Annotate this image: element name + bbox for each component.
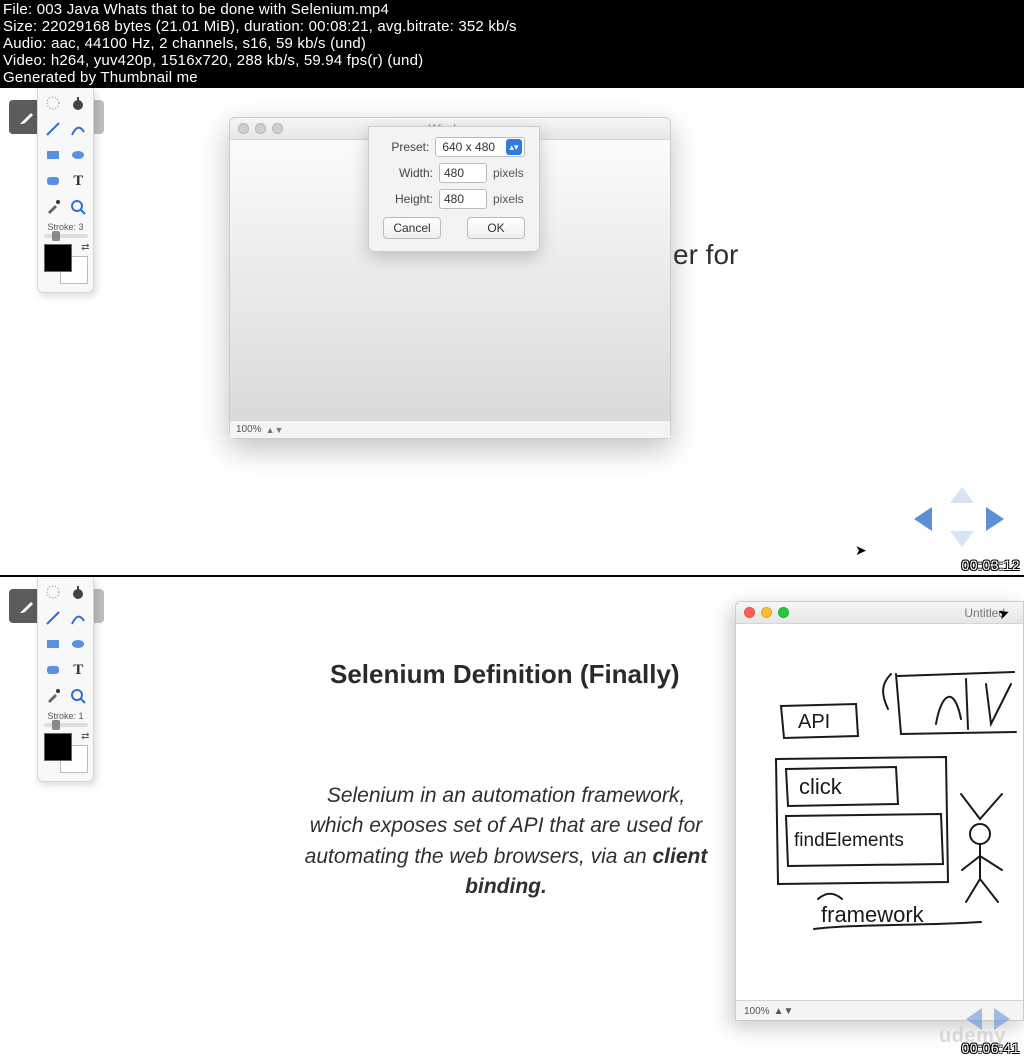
zoom-tool[interactable] [67, 685, 89, 707]
bomb-tool[interactable] [67, 92, 89, 114]
header-size: Size: 22029168 bytes (21.01 MiB), durati… [3, 18, 1021, 35]
sketch-zoom: 100% [744, 1006, 770, 1017]
stroke-label: Stroke: 3 [40, 222, 91, 232]
close-dot[interactable] [238, 123, 249, 134]
svg-text:API: API [798, 711, 830, 733]
tool-palette: T Stroke: 1 ⇄ [37, 577, 94, 782]
width-label: Width: [383, 166, 433, 180]
svg-text:click: click [799, 774, 843, 799]
preset-select[interactable]: 640 x 480 ▴▾ [435, 137, 525, 157]
roundrect-tool[interactable] [42, 170, 64, 192]
zoom-stepper-icon[interactable]: ▲▼ [266, 425, 284, 435]
svg-text:framework: framework [821, 902, 925, 927]
swap-colors-icon[interactable]: ⇄ [81, 731, 89, 742]
swap-colors-icon[interactable]: ⇄ [81, 242, 89, 253]
height-unit: pixels [493, 192, 525, 206]
width-input[interactable]: 480 [439, 163, 487, 183]
nav-up-icon[interactable] [950, 487, 974, 503]
roundrect-tool[interactable] [42, 659, 64, 681]
close-dot[interactable] [744, 607, 755, 618]
slide-bold2: binding. [465, 875, 547, 898]
text-tool[interactable]: T [67, 170, 89, 192]
zoom-stepper-icon[interactable]: ▲▼ [774, 1006, 794, 1017]
line-tool[interactable] [42, 607, 64, 629]
height-input[interactable]: 480 [439, 189, 487, 209]
tool-palette: T Stroke: 3 ⇄ [37, 88, 94, 293]
slide-line2: which exposes set of API that are used f… [310, 814, 703, 837]
header-file: File: 003 Java Whats that to be done wit… [3, 1, 1021, 18]
zoom-dot[interactable] [778, 607, 789, 618]
window-statusbar: 100% ▲▼ [230, 420, 670, 438]
background-slide-text: er for [673, 239, 738, 271]
metadata-header: File: 003 Java Whats that to be done wit… [0, 0, 1024, 88]
preset-value: 640 x 480 [442, 140, 495, 154]
cancel-button[interactable]: Cancel [383, 217, 441, 239]
sketch-drawing: API click findElements framework [736, 624, 1024, 1000]
zoom-dot[interactable] [272, 123, 283, 134]
bomb-tool[interactable] [67, 581, 89, 603]
mouse-cursor: ➤ [855, 542, 867, 559]
rect-tool[interactable] [42, 144, 64, 166]
stroke-label: Stroke: 1 [40, 711, 91, 721]
spray-tool[interactable] [42, 581, 64, 603]
slide-body: Selenium in an automation framework, whi… [276, 781, 736, 903]
width-unit: pixels [493, 166, 525, 180]
size-dialog: Preset: 640 x 480 ▴▾ Width: 480 pixels H… [368, 126, 540, 252]
frame-timestamp: 00:03:12 [962, 557, 1021, 573]
foreground-color[interactable] [44, 244, 72, 272]
minimize-dot[interactable] [761, 607, 772, 618]
header-audio: Audio: aac, 44100 Hz, 2 channels, s16, 5… [3, 35, 1021, 52]
curve-tool[interactable] [67, 607, 89, 629]
stroke-slider[interactable] [44, 723, 88, 727]
slide-line1: Selenium in an automation framework, [327, 784, 685, 807]
brush-icon [17, 596, 37, 616]
zoom-tool[interactable] [67, 196, 89, 218]
nav-left-icon[interactable] [914, 507, 932, 531]
text-tool[interactable]: T [67, 659, 89, 681]
svg-text:findElements: findElements [794, 830, 904, 851]
curve-tool[interactable] [67, 118, 89, 140]
nav-down-icon[interactable] [950, 531, 974, 547]
header-generated: Generated by Thumbnail me [3, 69, 1021, 86]
foreground-color[interactable] [44, 733, 72, 761]
header-video: Video: h264, yuv420p, 1516x720, 288 kb/s… [3, 52, 1021, 69]
sketch-window: Untitled API click findElements [735, 601, 1024, 1021]
thumbnail-frame-1: T Stroke: 3 ⇄ Window 100% ▲▼ [0, 88, 1024, 577]
zoom-level: 100% [236, 424, 262, 435]
ellipse-tool[interactable] [67, 633, 89, 655]
eyedropper-tool[interactable] [42, 685, 64, 707]
chevron-updown-icon: ▴▾ [506, 139, 522, 155]
line-tool[interactable] [42, 118, 64, 140]
brush-icon [17, 107, 37, 127]
height-label: Height: [383, 192, 433, 206]
rect-tool[interactable] [42, 633, 64, 655]
minimize-dot[interactable] [255, 123, 266, 134]
nav-arrows [914, 487, 1004, 547]
nav-right-icon[interactable] [986, 507, 1004, 531]
slide-bold1: client [653, 845, 708, 868]
sketch-titlebar[interactable]: Untitled [736, 602, 1023, 624]
preset-label: Preset: [383, 140, 429, 154]
color-swatches[interactable]: ⇄ [44, 244, 88, 284]
eyedropper-tool[interactable] [42, 196, 64, 218]
spray-tool[interactable] [42, 92, 64, 114]
thumbnail-frame-2: T Stroke: 1 ⇄ Selenium Definition (Final… [0, 577, 1024, 1058]
ok-button[interactable]: OK [467, 217, 525, 239]
sketch-canvas[interactable]: API click findElements framework [736, 624, 1023, 1000]
slide-line3: automating the web browsers, via an [305, 845, 653, 868]
color-swatches[interactable]: ⇄ [44, 733, 88, 773]
stroke-slider[interactable] [44, 234, 88, 238]
frame-timestamp: 00:06:41 [962, 1040, 1021, 1056]
ellipse-tool[interactable] [67, 144, 89, 166]
slide-title: Selenium Definition (Finally) [330, 659, 680, 690]
